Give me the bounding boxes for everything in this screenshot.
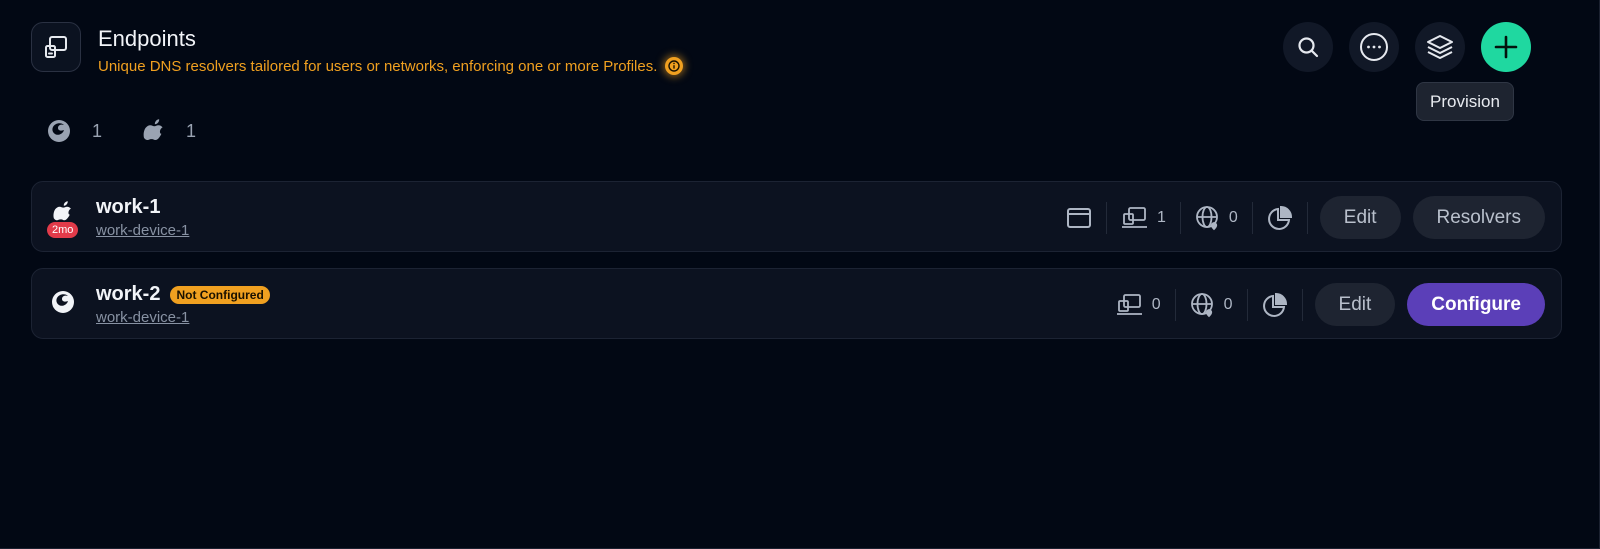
add-endpoint-button[interactable]	[1481, 22, 1531, 72]
edit-button[interactable]: Edit	[1319, 196, 1401, 239]
page-title: Endpoints	[98, 26, 196, 51]
endpoint-name: work-1	[96, 196, 160, 219]
browser-window-stat[interactable]	[1052, 207, 1106, 229]
age-badge: 2mo	[47, 222, 79, 238]
devices-stat[interactable]: 1	[1107, 206, 1180, 230]
networks-stat[interactable]: 0	[1176, 292, 1247, 318]
devices-count: 1	[1156, 208, 1166, 226]
devices-count: 0	[1151, 295, 1161, 313]
devices-stat[interactable]: 0	[1102, 293, 1175, 317]
search-button[interactable]	[1283, 22, 1333, 72]
firefox-os-icon	[48, 120, 70, 142]
device-link[interactable]: work-device-1	[96, 222, 189, 239]
endpoints-icon	[31, 22, 81, 72]
resolvers-button[interactable]: Resolvers	[1412, 196, 1545, 239]
os-counts: 1 1	[46, 118, 196, 144]
globe-pin-icon	[1195, 205, 1218, 230]
networks-count: 0	[1223, 295, 1233, 313]
browser-window-icon	[1066, 207, 1091, 228]
edit-button[interactable]: Edit	[1314, 283, 1396, 326]
divider	[1301, 288, 1303, 321]
firefox-os-icon	[49, 289, 77, 319]
provision-button[interactable]	[1415, 22, 1465, 72]
more-options-button[interactable]	[1349, 22, 1399, 72]
devices-icon	[1116, 293, 1142, 315]
apple-icon	[143, 119, 163, 141]
more-icon	[1360, 33, 1388, 61]
plus-icon	[1494, 35, 1518, 59]
endpoint-card[interactable]: work-2 Not Configured work-device-1 0 0 …	[31, 268, 1562, 339]
endpoint-name: work-2 Not Configured	[96, 283, 270, 306]
provision-tooltip: Provision	[1416, 82, 1514, 121]
os-count-apple[interactable]: 1	[142, 118, 196, 144]
pie-chart-icon	[1267, 205, 1292, 230]
info-icon[interactable]	[665, 57, 684, 75]
divider	[1306, 201, 1308, 234]
networks-stat[interactable]: 0	[1181, 205, 1252, 231]
endpoint-actions: 1 0 Edit Resolvers	[1052, 196, 1545, 239]
endpoints-page: Endpoints Unique DNS resolvers tailored …	[0, 0, 1600, 549]
search-icon	[1298, 37, 1319, 58]
endpoint-name-text: work-2	[96, 283, 161, 305]
subtitle-text: Unique DNS resolvers tailored for users …	[98, 57, 658, 75]
devices-icon	[1121, 206, 1147, 228]
configure-button[interactable]: Configure	[1407, 283, 1545, 326]
pie-chart-icon	[1262, 292, 1287, 317]
endpoint-name-text: work-1	[96, 196, 161, 218]
endpoint-card[interactable]: 2mo work-1 work-device-1 1 0 Edit Resolv…	[31, 181, 1562, 252]
endpoint-actions: 0 0 Edit Configure	[1102, 283, 1545, 326]
header-actions	[1283, 22, 1531, 72]
device-link[interactable]: work-device-1	[96, 309, 189, 326]
os-count-firefox[interactable]: 1	[46, 118, 102, 144]
analytics-stat[interactable]	[1248, 292, 1302, 318]
layers-icon	[1427, 35, 1453, 59]
page-subtitle: Unique DNS resolvers tailored for users …	[98, 57, 684, 75]
globe-pin-icon	[1190, 292, 1213, 317]
status-badge: Not Configured	[170, 285, 270, 304]
analytics-stat[interactable]	[1253, 205, 1307, 231]
networks-count: 0	[1228, 208, 1238, 226]
os-count-value: 1	[186, 120, 197, 141]
os-count-value: 1	[92, 120, 103, 141]
